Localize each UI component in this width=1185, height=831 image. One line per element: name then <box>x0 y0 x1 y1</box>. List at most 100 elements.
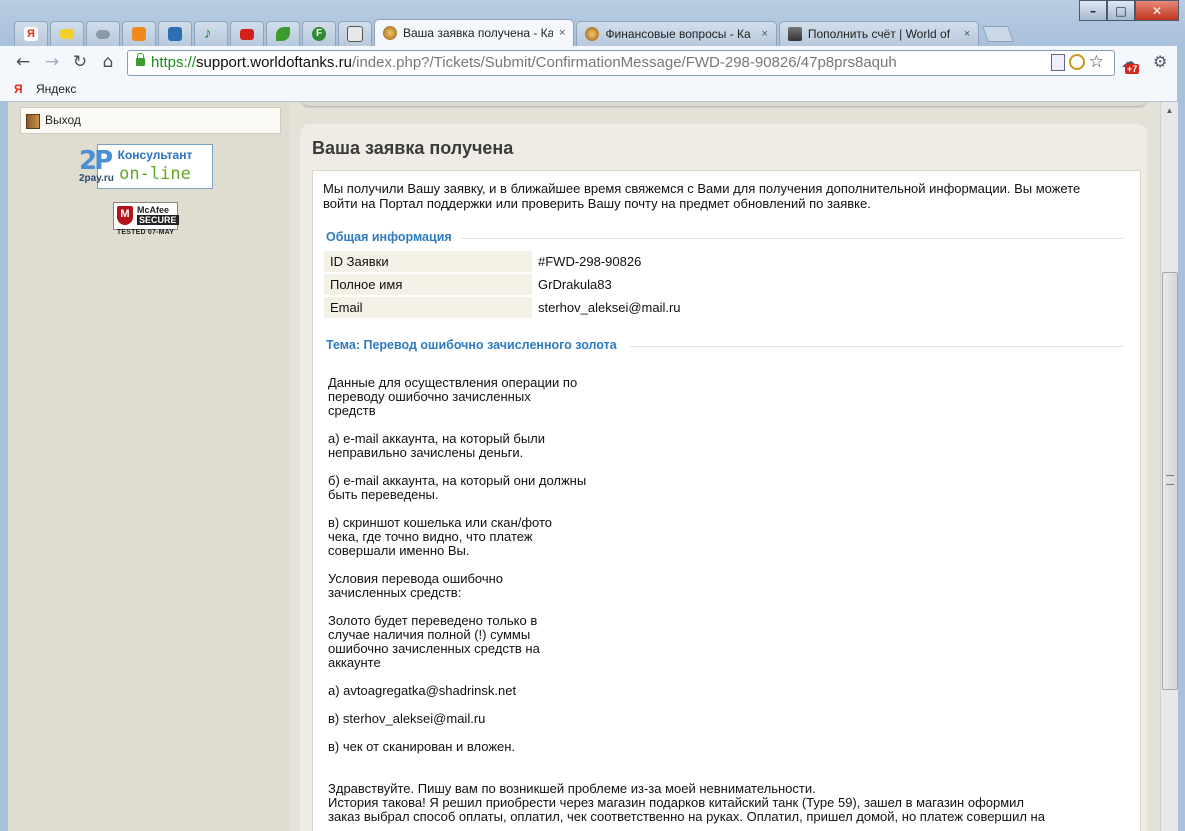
scroll-up-arrow-icon[interactable]: ▲ <box>1161 102 1178 119</box>
yandex-icon: Я <box>24 27 38 41</box>
logout-link[interactable]: Выход <box>20 107 281 134</box>
browser-window: – □ ✕ Я ♪ F Ваша заявка получена - Ка × … <box>0 0 1185 831</box>
confirmation-intro: Мы получили Вашу заявку, и в ближайшее в… <box>323 181 1081 211</box>
home-button[interactable]: ⌂ <box>97 52 119 72</box>
cloud-icon <box>96 29 110 39</box>
doc-icon <box>347 26 363 42</box>
vertical-scrollbar[interactable]: ▲ <box>1160 102 1178 831</box>
info-value: #FWD-298-90826 <box>538 254 642 269</box>
title-bar: – □ ✕ Я ♪ F Ваша заявка получена - Ка × … <box>0 0 1185 46</box>
mcafee-secure-badge[interactable]: M McAfee SECURE TESTED 07-MAY <box>113 202 179 239</box>
general-info-header: Общая информация <box>326 230 452 244</box>
pinned-tab-doc[interactable] <box>338 21 372 46</box>
pinned-tab-yandex[interactable]: Я <box>14 21 48 46</box>
pinned-tab-cloud[interactable] <box>86 21 120 46</box>
mcafee-box: M McAfee SECURE <box>113 202 179 230</box>
ticket-message-text: Здравствуйте. Пишу вам по возникшей проб… <box>328 781 1045 824</box>
magnifier-key-icon[interactable] <box>1068 54 1085 70</box>
pinned-tab-youtube[interactable] <box>230 21 264 46</box>
info-key: ID Заявки <box>324 251 532 272</box>
lock-icon <box>136 53 145 66</box>
topic-header: Тема: Перевод ошибочно зачисленного золо… <box>326 338 617 352</box>
new-tab-button[interactable] <box>982 26 1015 42</box>
window-frame-left <box>0 101 8 831</box>
consultant-box: Консультант on-line <box>97 144 213 189</box>
close-tab-icon[interactable]: × <box>559 27 565 39</box>
extension-badge: +7 <box>1125 64 1140 74</box>
scrollbar-thumb[interactable] <box>1162 272 1178 690</box>
close-tab-icon[interactable]: × <box>964 28 970 40</box>
info-key: Email <box>324 297 532 318</box>
online-consultant-banner[interactable]: Консультант on-line 2P 2pay.ru <box>79 142 215 189</box>
wot-support-icon <box>585 27 600 41</box>
close-window-button[interactable]: ✕ <box>1135 0 1179 21</box>
bookmark-yandex[interactable]: Яндекс <box>36 82 76 96</box>
url-host: support.worldoftanks.ru <box>196 54 352 71</box>
pinned-tab-orange[interactable] <box>122 21 156 46</box>
music-note-icon: ♪ <box>204 25 212 42</box>
tab-title: Финансовые вопросы - Ка <box>605 27 751 41</box>
bookmarks-bar: Я Яндекс <box>0 78 1185 102</box>
confirmation-body: Мы получили Вашу заявку, и в ближайшее в… <box>312 170 1141 831</box>
address-bar[interactable]: https://support.worldoftanks.ru/index.ph… <box>127 50 1115 76</box>
info-row-full-name: Полное имя GrDrakula83 <box>324 274 844 295</box>
address-bar-actions: ☆ <box>1050 53 1104 71</box>
forward-button[interactable]: → <box>41 52 63 72</box>
mcafee-tested-date: TESTED 07-MAY <box>116 229 175 236</box>
close-tab-icon[interactable]: × <box>761 28 767 40</box>
tab-title: Пополнить счёт | World of <box>807 27 951 41</box>
twopay-logo: 2P <box>79 146 113 176</box>
page-viewport: Выход Консультант on-line 2P 2pay.ru M M… <box>8 102 1160 831</box>
logout-label: Выход <box>45 113 81 127</box>
bookmark-star-icon[interactable]: ☆ <box>1089 53 1104 71</box>
toolbar: ← → ↻ ⌂ https://support.worldoftanks.ru/… <box>0 46 1185 78</box>
tab-financial-questions[interactable]: Финансовые вопросы - Ка × <box>576 21 777 46</box>
tab-ticket-confirmation[interactable]: Ваша заявка получена - Ка × <box>374 19 575 46</box>
yandex-icon: Я <box>14 82 23 96</box>
orange-app-icon <box>132 27 146 41</box>
pinned-tab-folder[interactable] <box>50 21 84 46</box>
mcafee-name: McAfee <box>137 205 170 215</box>
mcafee-shield-icon: M <box>117 206 133 225</box>
url-path: /index.php?/Tickets/Submit/ConfirmationM… <box>351 54 897 71</box>
confirmation-panel: Ваша заявка получена Мы получили Вашу за… <box>300 124 1147 831</box>
section-divider <box>461 238 1123 239</box>
twopay-domain: 2pay.ru <box>79 173 114 184</box>
tab-title: Ваша заявка получена - Ка <box>403 26 553 40</box>
reload-button[interactable]: ↻ <box>69 52 91 72</box>
maximize-button[interactable]: □ <box>1107 0 1135 21</box>
wot-support-icon <box>383 26 397 40</box>
pinned-tab-music[interactable]: ♪ <box>194 21 228 46</box>
pinned-tab-leaf[interactable] <box>266 21 300 46</box>
wrench-icon[interactable]: ⚙ <box>1153 52 1167 71</box>
minimize-button[interactable]: – <box>1079 0 1107 21</box>
info-row-email: Email sterhov_aleksei@mail.ru <box>324 297 844 318</box>
pinned-tab-f[interactable]: F <box>302 21 336 46</box>
page-info-icon[interactable] <box>1050 54 1065 71</box>
mcafee-secure-label: SECURE <box>137 215 179 225</box>
ticket-message-form: Данные для осуществления операции по пер… <box>328 375 587 754</box>
tab-strip: Я ♪ F Ваша заявка получена - Ка × Финанс… <box>14 19 1015 46</box>
section-divider <box>630 346 1123 347</box>
url-scheme: https:// <box>151 54 197 71</box>
tab-top-up-account[interactable]: Пополнить счёт | World of × <box>778 21 980 46</box>
scrollbar-grip-icon <box>1166 475 1174 485</box>
pinned-tab-blue[interactable] <box>158 21 192 46</box>
consultant-online: on-line <box>119 164 191 184</box>
page-title: Ваша заявка получена <box>312 138 514 158</box>
back-button[interactable]: ← <box>12 52 34 72</box>
folder-icon <box>60 29 74 39</box>
sidebar: Выход Консультант on-line 2P 2pay.ru M M… <box>8 102 289 831</box>
blue-app-icon <box>168 27 182 41</box>
info-row-ticket-id: ID Заявки #FWD-298-90826 <box>324 251 844 272</box>
top-panel-edge <box>301 102 1147 106</box>
leaf-icon <box>276 27 290 41</box>
wot-shield-icon <box>787 27 802 41</box>
info-value: sterhov_aleksei@mail.ru <box>538 300 681 315</box>
info-value: GrDrakula83 <box>538 277 612 292</box>
window-frame-right <box>1177 46 1185 831</box>
youtube-icon <box>240 28 254 40</box>
info-key: Полное имя <box>324 274 532 295</box>
green-f-icon: F <box>312 27 326 41</box>
consultant-title: Консультант <box>117 148 193 162</box>
